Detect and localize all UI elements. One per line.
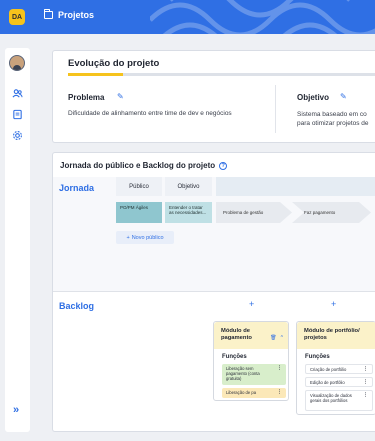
feature-card[interactable]: Criação de portfólio ⋮	[305, 364, 373, 374]
add-backlog-item-button[interactable]: +	[331, 299, 336, 309]
edit-objective-icon[interactable]: ✎	[340, 92, 347, 101]
progress-fill	[68, 73, 124, 76]
avatar[interactable]	[9, 55, 25, 71]
journey-title: Jornada do público e Backlog do projeto …	[60, 161, 228, 170]
feature-label: Liberação sem pagamento (conta gratuita)	[226, 366, 260, 381]
column-header-steps	[216, 177, 375, 196]
problem-text: Dificuldade de alinhamento entre time de…	[68, 110, 232, 117]
objective-text-line: para otimizar projetos de	[297, 120, 369, 127]
feature-label: Criação de portfólio	[310, 367, 347, 372]
backlog-label: Backlog	[59, 301, 95, 311]
public-card[interactable]: PO/PM Ágiles	[116, 202, 162, 223]
objective-label: Objetivo	[297, 93, 330, 102]
page-title: Projetos	[44, 9, 95, 20]
feature-label: Edição de portfólio	[310, 380, 345, 385]
document-icon[interactable]	[12, 107, 23, 120]
more-options-icon[interactable]: ⋮	[363, 380, 368, 385]
problem-label: Problema	[68, 93, 105, 102]
page-title-label: Projetos	[58, 10, 95, 20]
functions-label: Funções	[222, 354, 247, 360]
app-logo[interactable]: DA	[9, 9, 25, 25]
collapse-sidebar-icon[interactable]: »	[13, 404, 19, 416]
objective-text: Sistema baseado em co para otimizar proj…	[297, 110, 369, 128]
background-pattern	[150, 0, 375, 34]
module-title-line: Módulo de portfólio/	[304, 328, 360, 334]
module-title: Módulo de pagamento	[221, 328, 252, 342]
more-options-icon[interactable]: ⋮	[277, 366, 282, 383]
folder-icon	[44, 9, 53, 19]
objective-text-line: Sistema baseado em co	[297, 111, 367, 118]
journey-title-label: Jornada do público e Backlog do projeto	[60, 161, 216, 170]
jornada-label: Jornada	[59, 183, 95, 193]
feature-card[interactable]: Liberação sem pagamento (conta gratuita)…	[222, 364, 286, 385]
feature-card[interactable]: Edição de portfólio ⋮	[305, 377, 373, 387]
more-options-icon[interactable]: ⋮	[363, 367, 368, 372]
add-backlog-item-button[interactable]: +	[249, 299, 254, 309]
chevron-up-icon[interactable]: ^	[281, 335, 283, 341]
step-2-label: Faz pagamento	[304, 210, 336, 215]
project-progress-bar	[68, 73, 375, 76]
column-header-objective: Objetivo	[165, 177, 212, 196]
more-options-icon[interactable]: ⋮	[363, 393, 368, 408]
module-title-line: Módulo de	[221, 328, 250, 334]
users-icon[interactable]	[12, 86, 23, 98]
feature-card[interactable]: Liberação de pa ⋮	[222, 388, 286, 398]
add-public-label: Novo público	[131, 234, 164, 241]
add-public-button[interactable]: + Novo público	[116, 231, 174, 244]
module-actions: 🗑 ^	[270, 335, 283, 341]
module-title-line: pagamento	[221, 335, 252, 341]
functions-label: Funções	[305, 354, 330, 360]
module-title: Módulo de portfólio/ projetos	[304, 328, 360, 342]
module-title-line: projetos	[304, 335, 327, 341]
divider	[275, 85, 276, 133]
feature-label: Liberação de pa	[226, 390, 257, 395]
column-header-public: Público	[116, 177, 162, 196]
module-card-portfolio[interactable]: Módulo de portfólio/ projetos Funções Cr…	[296, 321, 375, 415]
objective-card[interactable]: Entender o tratar as necessidades...	[165, 202, 212, 223]
step-1-label: Problema de gestão	[223, 210, 264, 215]
feature-card[interactable]: Visualização de dados gerais dos portfól…	[305, 390, 373, 411]
module-card-payment[interactable]: Módulo de pagamento 🗑 ^ Funções Liberaçã…	[213, 321, 289, 401]
sidebar: »	[5, 48, 30, 432]
edit-problem-icon[interactable]: ✎	[117, 92, 124, 101]
evolution-title: Evolução do projeto	[68, 58, 160, 69]
journey-backlog-card: Jornada do público e Backlog do projeto …	[52, 152, 375, 432]
help-icon[interactable]: ?	[219, 161, 228, 170]
feature-label: Visualização de dados gerais dos portfól…	[310, 393, 352, 403]
delete-icon[interactable]: 🗑	[270, 335, 276, 341]
gear-icon[interactable]	[12, 128, 23, 140]
project-evolution-card: Evolução do projeto Problema ✎ Dificulda…	[52, 50, 375, 143]
top-bar: DA Projetos	[0, 0, 375, 34]
plus-icon: +	[126, 234, 130, 241]
section-divider	[53, 291, 375, 292]
more-options-icon[interactable]: ⋮	[277, 390, 282, 396]
